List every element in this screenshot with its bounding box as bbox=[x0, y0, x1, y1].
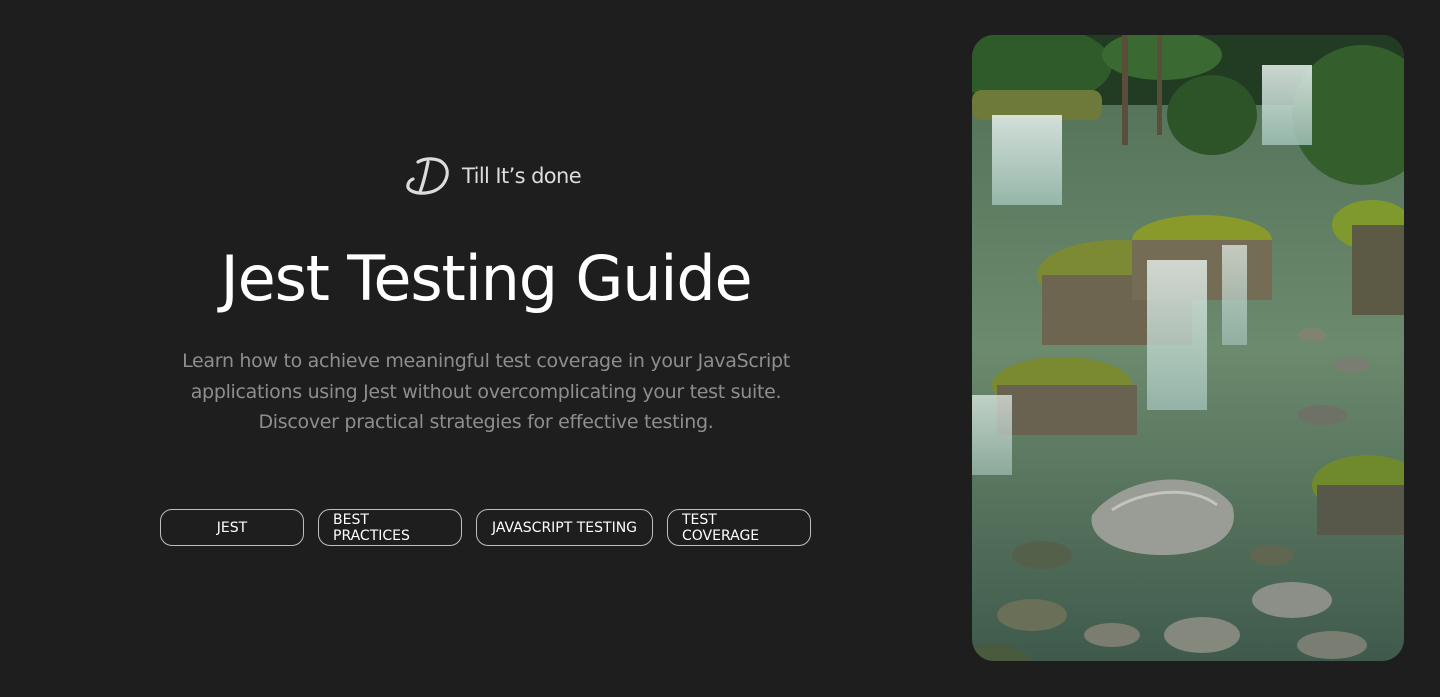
tag-list: JEST BEST PRACTICES JAVASCRIPT TESTING T… bbox=[160, 509, 811, 546]
brand-logo[interactable]: Till It’s done bbox=[404, 154, 582, 198]
hero-section: Till It’s done Jest Testing Guide Learn … bbox=[0, 0, 972, 697]
waterfall-garden-image bbox=[972, 35, 1404, 661]
script-d-logo-icon bbox=[404, 154, 454, 198]
tag-best-practices[interactable]: BEST PRACTICES bbox=[318, 509, 462, 546]
tag-jest[interactable]: JEST bbox=[160, 509, 304, 546]
tag-test-coverage[interactable]: TEST COVERAGE bbox=[667, 509, 811, 546]
page-description: Learn how to achieve meaningful test cov… bbox=[182, 350, 790, 433]
brand-name: Till It’s done bbox=[462, 164, 582, 188]
page-title: Jest Testing Guide bbox=[220, 242, 753, 315]
tag-javascript-testing[interactable]: JAVASCRIPT TESTING bbox=[476, 509, 653, 546]
